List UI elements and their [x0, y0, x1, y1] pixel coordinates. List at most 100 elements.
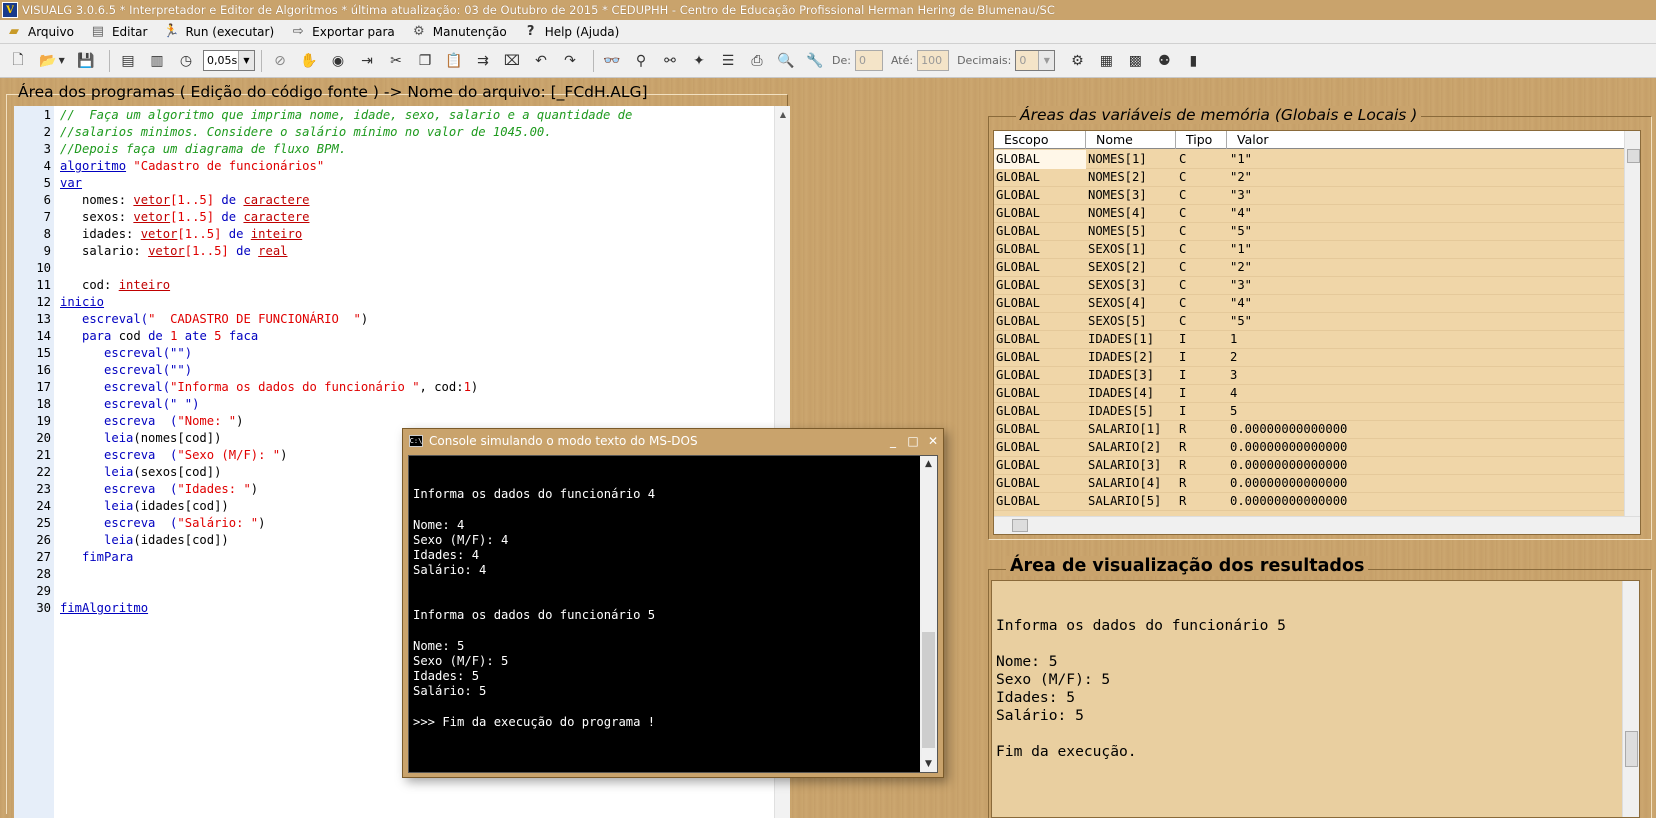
format-button[interactable]: ✦ — [687, 49, 711, 73]
menu-manutencao[interactable]: ⚙ Manutenção — [405, 21, 517, 43]
variable-row[interactable]: GLOBAL NOMES[3] C "3" — [994, 186, 1624, 205]
variable-row[interactable]: GLOBAL SALARIO[2] R 0.00000000000000 — [994, 438, 1624, 457]
variable-name: SEXOS[2] — [1088, 260, 1147, 274]
variable-scope: GLOBAL — [996, 188, 1041, 202]
menu-arquivo[interactable]: ▰ Arquivo — [0, 21, 84, 43]
table-button[interactable]: ▩ — [1123, 49, 1147, 73]
code-function: escreval("") — [60, 363, 193, 377]
variables-scrollbar-horizontal[interactable] — [994, 516, 1640, 534]
code-punct: ) — [250, 482, 259, 496]
variable-name: SALARIO[4] — [1088, 476, 1162, 490]
results-scrollbar[interactable] — [1622, 581, 1639, 817]
code-comment: // Faça um algoritmo que imprima nome, i… — [60, 108, 633, 122]
menu-run[interactable]: 🏃 Run (executar) — [157, 21, 284, 43]
code-keyword: vetor — [148, 244, 185, 258]
minimize-icon[interactable]: _ — [883, 432, 903, 450]
step-icon: ▥ — [150, 52, 164, 69]
list-button[interactable]: ☰ — [716, 49, 740, 73]
variable-row[interactable]: GLOBAL IDADES[2] I 2 — [994, 348, 1624, 367]
print-button[interactable]: ⎙ — [745, 49, 769, 73]
console-line: Salário: 4 — [413, 563, 487, 577]
cut-button[interactable]: ✂ — [384, 49, 408, 73]
decimais-select[interactable]: 0 ▼ — [1015, 50, 1056, 71]
column-header-valor[interactable]: Valor — [1227, 131, 1623, 149]
run-step-button[interactable]: ▥ — [145, 49, 169, 73]
menu-editar[interactable]: ▤ Editar — [84, 21, 158, 43]
variable-name: NOMES[2] — [1088, 170, 1147, 184]
save-button[interactable]: 💾 — [74, 49, 98, 73]
exit-button[interactable]: ▮ — [1181, 49, 1205, 73]
console-scrollbar[interactable]: ▲ ▼ — [920, 456, 937, 772]
variable-row[interactable]: GLOBAL SALARIO[3] R 0.00000000000000 — [994, 456, 1624, 475]
chevron-up-icon[interactable]: ▲ — [920, 456, 937, 472]
copy-button[interactable]: ❐ — [413, 49, 437, 73]
scroll-thumb[interactable] — [922, 632, 935, 748]
clear-button[interactable]: ⌧ — [500, 49, 524, 73]
variable-row[interactable]: GLOBAL SALARIO[5] R 0.00000000000000 — [994, 492, 1624, 511]
variable-row[interactable]: GLOBAL SEXOS[4] C "4" — [994, 294, 1624, 313]
variable-row[interactable]: GLOBAL SALARIO[4] R 0.00000000000000 — [994, 474, 1624, 493]
breakpoint-button[interactable]: ◉ — [326, 49, 350, 73]
step-over-button[interactable]: ⇥ — [355, 49, 379, 73]
variable-row[interactable]: GLOBAL NOMES[5] C "5" — [994, 222, 1624, 241]
menu-help[interactable]: ? Help (Ajuda) — [517, 21, 630, 43]
preview-button[interactable]: 🔍 — [774, 49, 798, 73]
paste-button[interactable]: 📋 — [442, 49, 466, 73]
new-file-button[interactable]: 🗋 — [6, 49, 30, 73]
undo-button[interactable]: ↶ — [529, 49, 553, 73]
help-button[interactable]: ⚉ — [1152, 49, 1176, 73]
variable-name: NOMES[4] — [1088, 206, 1147, 220]
scroll-thumb[interactable] — [1012, 519, 1028, 532]
variable-row[interactable]: GLOBAL SEXOS[1] C "1" — [994, 240, 1624, 259]
variables-scrollbar-vertical[interactable] — [1624, 131, 1640, 516]
variable-row[interactable]: GLOBAL SEXOS[3] C "3" — [994, 276, 1624, 295]
scroll-up-icon[interactable]: ▲ — [775, 106, 791, 122]
column-header-tipo[interactable]: Tipo — [1176, 131, 1227, 149]
de-input[interactable]: 0 — [854, 50, 883, 71]
code-line: 10 — [14, 259, 54, 277]
settings-button[interactable]: ⚙ — [1065, 49, 1089, 73]
maximize-icon[interactable]: □ — [903, 432, 923, 450]
results-panel-title: Área de visualização dos resultados — [1006, 556, 1369, 576]
printer-icon: ⎙ — [751, 52, 763, 69]
code-line: 20 leia(nomes[cod]) — [14, 429, 221, 447]
find-next-button[interactable]: ⚲ — [629, 49, 653, 73]
speed-select[interactable]: 0,05s ▼ — [203, 50, 255, 71]
ate-input[interactable]: 100 — [917, 50, 950, 71]
variable-row[interactable]: GLOBAL SEXOS[2] C "2" — [994, 258, 1624, 277]
variable-scope: GLOBAL — [996, 368, 1041, 382]
variable-name: IDADES[2] — [1088, 350, 1155, 364]
calculator-button[interactable]: ▦ — [1094, 49, 1118, 73]
variable-row[interactable]: GLOBAL NOMES[2] C "2" — [994, 168, 1624, 187]
column-header-escopo[interactable]: Escopo — [994, 131, 1086, 149]
indent-button[interactable]: ⇉ — [471, 49, 495, 73]
redo-button[interactable]: ↷ — [558, 49, 582, 73]
scroll-thumb[interactable] — [1625, 731, 1638, 767]
variable-row[interactable]: GLOBAL IDADES[5] I 5 — [994, 402, 1624, 421]
variable-row[interactable]: GLOBAL SALARIO[1] R 0.00000000000000 — [994, 420, 1624, 439]
menu-exportar[interactable]: ⇨ Exportar para — [284, 21, 405, 43]
variable-row[interactable]: GLOBAL NOMES[1] C "1" — [994, 150, 1624, 169]
stop-button[interactable]: ⊘ — [268, 49, 292, 73]
variable-row[interactable]: GLOBAL IDADES[1] I 1 — [994, 330, 1624, 349]
column-header-nome[interactable]: Nome — [1086, 131, 1176, 149]
print-code-button[interactable]: ▤ — [116, 49, 140, 73]
line-number: 15 — [36, 346, 51, 360]
chevron-down-icon[interactable]: ▼ — [920, 756, 937, 772]
scroll-thumb[interactable] — [1627, 149, 1640, 163]
tools-button[interactable]: 🔧 — [803, 49, 827, 73]
variable-type: I — [1179, 332, 1187, 346]
find-button[interactable]: 👓 — [600, 49, 624, 73]
variables-panel-title: Áreas das variáveis de memória (Globais … — [1016, 106, 1422, 124]
variable-row[interactable]: GLOBAL IDADES[3] I 3 — [994, 366, 1624, 385]
variable-row[interactable]: GLOBAL SEXOS[5] C "5" — [994, 312, 1624, 331]
pause-button[interactable]: ✋ — [297, 49, 321, 73]
variable-row[interactable]: GLOBAL IDADES[4] I 4 — [994, 384, 1624, 403]
close-icon[interactable]: ✕ — [923, 432, 943, 450]
variable-name: SALARIO[1] — [1088, 422, 1162, 436]
open-file-button[interactable]: 📂 ▼ — [35, 49, 69, 73]
variable-row[interactable]: GLOBAL NOMES[4] C "4" — [994, 204, 1624, 223]
timer-button[interactable]: ◷ — [174, 49, 198, 73]
magic-wand-icon: ✦ — [693, 52, 705, 69]
replace-button[interactable]: ⚯ — [658, 49, 682, 73]
